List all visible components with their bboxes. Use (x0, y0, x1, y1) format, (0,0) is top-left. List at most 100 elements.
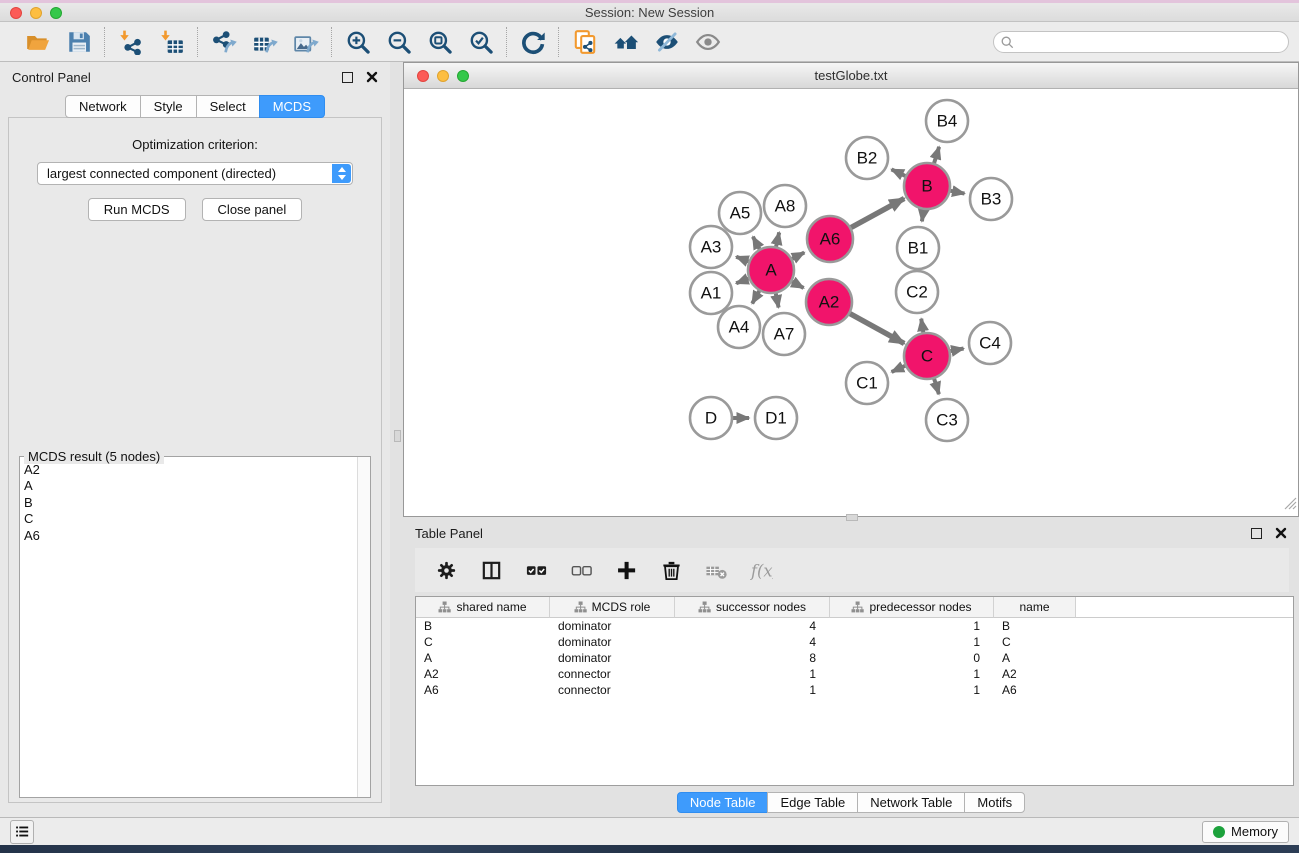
edge-B-B3[interactable] (951, 191, 965, 194)
node-C[interactable]: C (904, 333, 950, 379)
node-A1[interactable]: A1 (690, 272, 732, 314)
column-header-shared-name[interactable]: shared name (416, 597, 550, 618)
export-image-icon[interactable] (292, 28, 319, 55)
edge-B-B4[interactable] (934, 147, 939, 163)
edge-B-B1[interactable] (922, 210, 924, 222)
node-A6[interactable]: A6 (807, 216, 853, 262)
edge-C-C2[interactable] (921, 319, 923, 333)
node-C4[interactable]: C4 (969, 322, 1011, 364)
settings-icon[interactable] (434, 558, 458, 582)
node-A[interactable]: A (748, 247, 794, 293)
edge-A-A3[interactable] (736, 257, 748, 262)
edge-C-C3[interactable] (934, 379, 939, 394)
table-float-icon[interactable] (1251, 528, 1262, 539)
network-minimize-icon[interactable] (437, 70, 449, 82)
delete-row-icon[interactable] (659, 558, 683, 582)
edge-C-C4[interactable] (951, 349, 964, 352)
table-row[interactable]: A6connector11A6 (416, 682, 1293, 698)
hide-selected-icon[interactable] (653, 28, 680, 55)
result-item[interactable]: A6 (24, 528, 357, 544)
node-C3[interactable]: C3 (926, 399, 968, 441)
edge-A2-C[interactable] (850, 314, 904, 344)
edge-A-A5[interactable] (753, 237, 760, 249)
save-icon[interactable] (65, 28, 92, 55)
show-all-icon[interactable] (694, 28, 721, 55)
node-A8[interactable]: A8 (764, 185, 806, 227)
task-history-button[interactable] (10, 820, 34, 844)
tab-style[interactable]: Style (140, 95, 197, 118)
node-A2[interactable]: A2 (806, 279, 852, 325)
network-close-icon[interactable] (417, 70, 429, 82)
node-C1[interactable]: C1 (846, 362, 888, 404)
result-item[interactable]: C (24, 511, 357, 527)
result-item[interactable]: A (24, 478, 357, 494)
import-network-icon[interactable] (117, 28, 144, 55)
tab-node-table[interactable]: Node Table (677, 792, 769, 813)
result-item[interactable]: B (24, 495, 357, 511)
zoom-selected-icon[interactable] (467, 28, 494, 55)
result-scrollbar[interactable] (357, 457, 370, 797)
export-network-icon[interactable] (210, 28, 237, 55)
edge-C-C1[interactable] (892, 366, 906, 372)
network-maximize-icon[interactable] (457, 70, 469, 82)
node-D[interactable]: D (690, 397, 732, 439)
column-header-predecessor-nodes[interactable]: predecessor nodes (830, 597, 994, 618)
edge-A-A4[interactable] (752, 291, 759, 304)
deselect-all-icon[interactable] (569, 558, 593, 582)
mcds-result-list[interactable]: A2ABCA6 (20, 460, 357, 797)
node-A7[interactable]: A7 (763, 313, 805, 355)
add-row-icon[interactable] (614, 558, 638, 582)
table-row[interactable]: Bdominator41B (416, 618, 1293, 634)
close-window-icon[interactable] (10, 7, 22, 19)
import-table-icon[interactable] (158, 28, 185, 55)
table-row[interactable]: Cdominator41C (416, 634, 1293, 650)
criterion-dropdown[interactable]: largest connected component (directed) (37, 162, 353, 185)
memory-button[interactable]: Memory (1202, 821, 1289, 843)
edge-A6-B[interactable] (851, 199, 904, 228)
node-B2[interactable]: B2 (846, 137, 888, 179)
export-table-icon[interactable] (251, 28, 278, 55)
zoom-out-icon[interactable] (385, 28, 412, 55)
tab-network-table[interactable]: Network Table (857, 792, 965, 813)
zoom-fit-icon[interactable] (426, 28, 453, 55)
column-header-successor-nodes[interactable]: successor nodes (675, 597, 830, 618)
node-A3[interactable]: A3 (690, 226, 732, 268)
columns-icon[interactable] (479, 558, 503, 582)
node-B[interactable]: B (904, 163, 950, 209)
tab-network[interactable]: Network (65, 95, 141, 118)
node-C2[interactable]: C2 (896, 271, 938, 313)
node-B4[interactable]: B4 (926, 100, 968, 142)
node-B3[interactable]: B3 (970, 178, 1012, 220)
select-all-icon[interactable] (524, 558, 548, 582)
maximize-window-icon[interactable] (50, 7, 62, 19)
edge-B-B2[interactable] (892, 169, 906, 176)
close-panel-icon[interactable] (366, 71, 378, 83)
table-row[interactable]: Adominator80A (416, 650, 1293, 666)
vertical-split-handle[interactable] (394, 430, 401, 442)
edge-A-A2[interactable] (792, 282, 804, 288)
node-A5[interactable]: A5 (719, 192, 761, 234)
table-close-icon[interactable] (1275, 527, 1287, 539)
first-neighbors-icon[interactable] (612, 28, 639, 55)
float-panel-icon[interactable] (342, 72, 353, 83)
run-mcds-button[interactable]: Run MCDS (88, 198, 186, 221)
column-header-MCDS-role[interactable]: MCDS role (550, 597, 675, 618)
network-canvas[interactable]: B4B2BB3A5A8A6B1A3AA1C2A4A7A2C4CC1C3DD1 (404, 90, 1298, 516)
tab-select[interactable]: Select (196, 95, 260, 118)
column-header-name[interactable]: name (994, 597, 1076, 618)
minimize-window-icon[interactable] (30, 7, 42, 19)
tab-motifs[interactable]: Motifs (964, 792, 1025, 813)
node-B1[interactable]: B1 (897, 227, 939, 269)
result-item[interactable]: A2 (24, 462, 357, 478)
tab-edge-table[interactable]: Edge Table (767, 792, 858, 813)
open-file-icon[interactable] (24, 28, 51, 55)
refresh-icon[interactable] (519, 28, 546, 55)
edge-A-A7[interactable] (776, 294, 779, 308)
clone-network-icon[interactable] (571, 28, 598, 55)
zoom-in-icon[interactable] (344, 28, 371, 55)
resize-grip-icon[interactable] (1284, 497, 1297, 515)
table-row[interactable]: A2connector11A2 (416, 666, 1293, 682)
node-A4[interactable]: A4 (718, 306, 760, 348)
edge-A-A6[interactable] (792, 253, 804, 259)
search-box[interactable] (993, 31, 1289, 53)
